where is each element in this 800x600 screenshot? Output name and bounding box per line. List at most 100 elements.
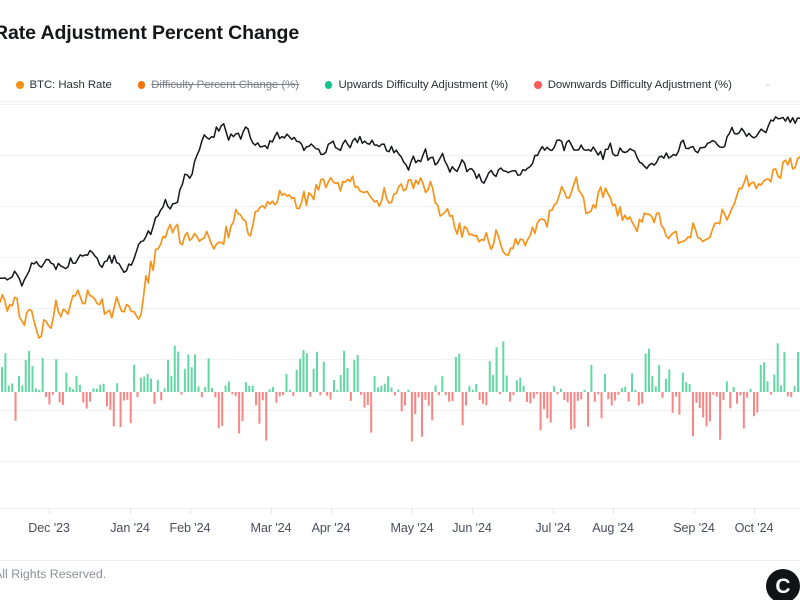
bar-downwards-adjustment (109, 392, 112, 410)
bar-upwards-adjustment (139, 377, 142, 392)
legend-item-hash-rate[interactable]: BTC: Hash Rate (16, 79, 112, 91)
bar-upwards-adjustment (390, 387, 393, 392)
bar-upwards-adjustment (688, 384, 691, 392)
bar-downwards-adjustment (698, 392, 701, 409)
bar-downwards-adjustment (529, 392, 532, 404)
bar-upwards-adjustment (41, 357, 44, 392)
bar-upwards-adjustment (397, 389, 400, 392)
bar-upwards-adjustment (620, 388, 623, 392)
bar-upwards-adjustment (197, 386, 200, 392)
bar-downwards-adjustment (126, 392, 129, 400)
bar-downwards-adjustment (119, 392, 122, 428)
legend-item-downwards-adjustment[interactable]: Downwards Difficulty Adjustment (%) (534, 79, 732, 91)
bar-downwards-adjustment (593, 392, 596, 402)
bar-upwards-adjustment (116, 383, 119, 392)
bar-downwards-adjustment (85, 392, 88, 409)
bar-upwards-adjustment (7, 385, 10, 392)
x-axis-line (0, 508, 800, 509)
x-axis-tick-mark (472, 508, 473, 514)
bar-downwards-adjustment (282, 392, 285, 396)
bar-upwards-adjustment (766, 381, 769, 392)
bar-upwards-adjustment (654, 386, 657, 392)
bar-downwards-adjustment (349, 392, 352, 401)
bar-downwards-adjustment (610, 392, 613, 406)
bar-upwards-adjustment (316, 351, 319, 392)
x-axis-tick-label: Dec '23 (28, 521, 70, 535)
bar-downwards-adjustment (671, 392, 674, 413)
bar-upwards-adjustment (468, 386, 471, 392)
bar-upwards-adjustment (11, 383, 14, 392)
bar-downwards-adjustment (221, 392, 224, 426)
x-axis-tick-mark (331, 508, 332, 514)
bar-upwards-adjustment (271, 387, 274, 392)
bar-upwards-adjustment (634, 389, 637, 392)
chart-svg (0, 104, 800, 462)
bar-downwards-adjustment (437, 392, 440, 396)
bar-downwards-adjustment (61, 392, 64, 405)
bar-downwards-adjustment (122, 392, 125, 401)
bar-upwards-adjustment (4, 353, 7, 392)
bar-upwards-adjustment (763, 362, 766, 392)
bar-downwards-adjustment (790, 392, 793, 398)
bar-downwards-adjustment (444, 392, 447, 395)
bar-downwards-adjustment (563, 392, 566, 400)
bar-downwards-adjustment (217, 392, 220, 429)
series-upwards-difficulty-bars (1, 341, 799, 392)
bar-upwards-adjustment (248, 385, 251, 392)
bar-downwards-adjustment (417, 392, 420, 398)
legend-item-upwards-adjustment[interactable]: Upwards Difficulty Adjustment (%) (324, 79, 508, 91)
bar-downwards-adjustment (360, 392, 363, 395)
bar-downwards-adjustment (617, 392, 620, 395)
bar-downwards-adjustment (769, 392, 772, 395)
bar-downwards-adjustment (136, 392, 139, 397)
bar-upwards-adjustment (24, 360, 27, 392)
bar-downwards-adjustment (586, 392, 589, 427)
bar-downwards-adjustment (275, 392, 278, 403)
bar-upwards-adjustment (170, 375, 173, 392)
bar-downwards-adjustment (542, 392, 545, 410)
bar-upwards-adjustment (458, 353, 461, 392)
bar-downwards-adjustment (424, 392, 427, 400)
series-downwards-difficulty-bars (14, 392, 793, 442)
bar-upwards-adjustment (407, 389, 410, 392)
bar-downwards-adjustment (309, 392, 312, 397)
bar-upwards-adjustment (380, 385, 383, 392)
x-axis-tick-mark (694, 508, 695, 514)
bar-downwards-adjustment (410, 392, 413, 442)
bar-downwards-adjustment (278, 392, 281, 397)
bar-upwards-adjustment (28, 350, 31, 392)
bar-downwards-adjustment (329, 392, 332, 400)
bar-upwards-adjustment (55, 359, 58, 392)
bar-downwards-adjustment (661, 392, 664, 398)
bar-upwards-adjustment (624, 386, 627, 392)
bar-upwards-adjustment (475, 383, 478, 392)
bar-downwards-adjustment (258, 392, 261, 424)
chart-plot-area[interactable] (0, 104, 800, 508)
bar-upwards-adjustment (285, 373, 288, 392)
bar-upwards-adjustment (288, 389, 291, 392)
bar-upwards-adjustment (21, 385, 24, 392)
bar-upwards-adjustment (194, 354, 197, 392)
bar-upwards-adjustment (502, 341, 505, 392)
bar-downwards-adjustment (692, 392, 694, 437)
bar-upwards-adjustment (177, 351, 180, 392)
bar-downwards-adjustment (712, 392, 715, 395)
bar-upwards-adjustment (668, 369, 671, 392)
series-hash-rate-line (0, 116, 800, 287)
bar-upwards-adjustment (495, 347, 498, 392)
bar-downwards-adjustment (573, 392, 576, 429)
bar-upwards-adjustment (156, 379, 159, 392)
bar-downwards-adjustment (576, 392, 579, 401)
bar-downwards-adjustment (739, 392, 742, 396)
bar-downwards-adjustment (752, 392, 755, 417)
bar-downwards-adjustment (48, 392, 51, 405)
bar-downwards-adjustment (261, 392, 264, 401)
legend-item-difficulty-percent-change[interactable]: Difficulty Percent Change (%) (137, 79, 299, 91)
legend-overflow-indicator[interactable]: - (766, 79, 770, 91)
bar-downwards-adjustment (238, 392, 241, 434)
bar-downwards-adjustment (14, 392, 17, 421)
bar-upwards-adjustment (207, 358, 210, 392)
bar-upwards-adjustment (783, 351, 786, 392)
bar-downwards-adjustment (498, 392, 501, 395)
bar-downwards-adjustment (292, 392, 295, 397)
